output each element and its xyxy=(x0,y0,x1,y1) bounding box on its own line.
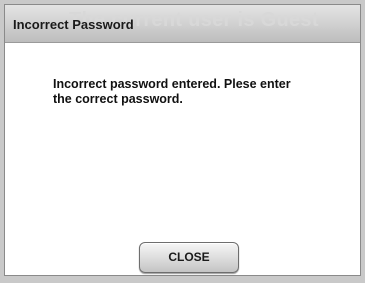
password-dialog: The current user is Guest Incorrect Pass… xyxy=(4,4,361,276)
bottom-strip xyxy=(0,276,365,283)
dialog-title: Incorrect Password xyxy=(13,17,134,32)
message-line-1: Incorrect password entered. Plese enter xyxy=(53,77,291,91)
dialog-message: Incorrect password entered. Plese enter … xyxy=(53,77,333,107)
message-line-2: the correct password. xyxy=(53,92,183,106)
dialog-titlebar: The current user is Guest Incorrect Pass… xyxy=(5,5,360,43)
close-button[interactable]: CLOSE xyxy=(139,242,239,273)
